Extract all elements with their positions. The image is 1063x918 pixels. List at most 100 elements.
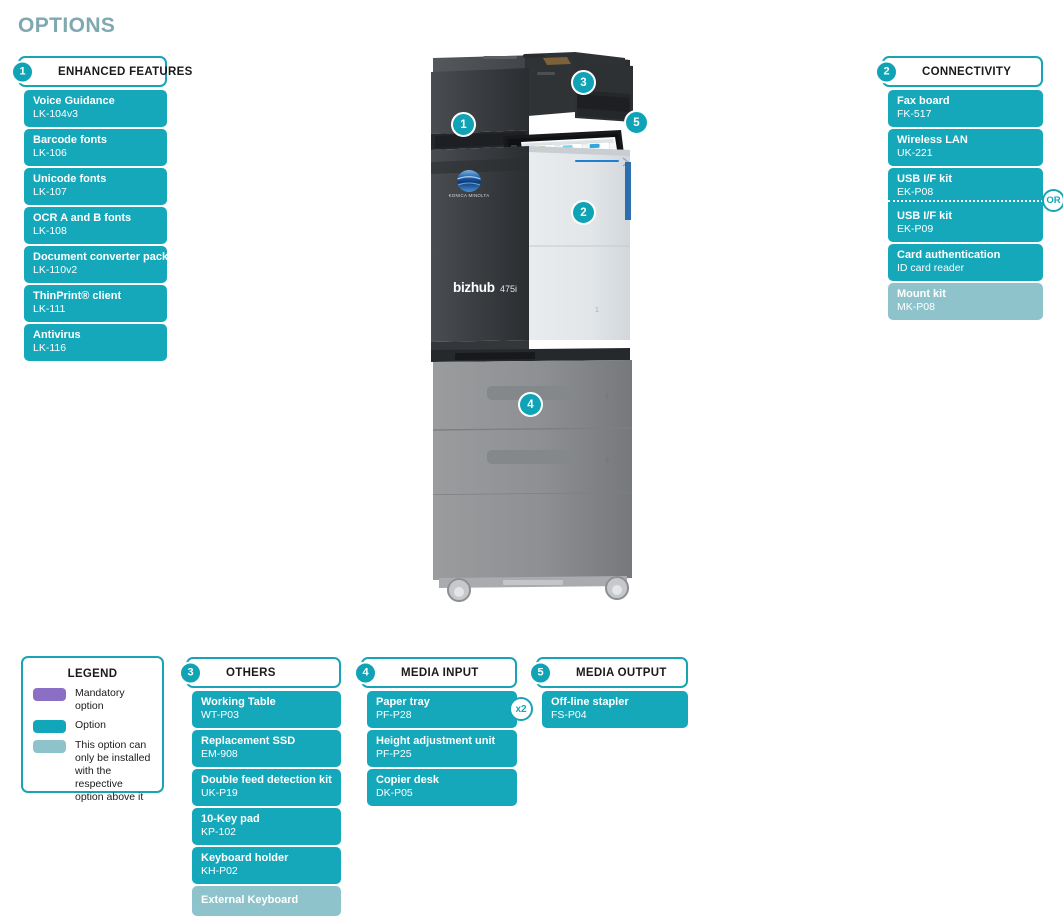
legend-label: This option can only be installed with t… xyxy=(75,739,151,803)
page-title: OPTIONS xyxy=(18,14,116,37)
panel-connectivity: 2 CONNECTIVITY Fax board FK-517 Wireless… xyxy=(875,56,1063,322)
option-name: Wireless LAN xyxy=(897,134,968,146)
option-item[interactable]: Barcode fonts LK-106 xyxy=(24,129,167,166)
legend-swatch-mandatory xyxy=(33,688,66,701)
option-name: Document converter pack xyxy=(33,251,169,263)
panel-header-others[interactable]: 3 OTHERS xyxy=(179,657,341,688)
panel-items-media-input: Paper tray PF-P28 x2 Height adjustment u… xyxy=(367,691,533,806)
legend-row-mandatory: Mandatory option xyxy=(33,687,152,713)
panel-title-others: OTHERS xyxy=(226,666,276,679)
option-item[interactable]: ThinPrint® client LK-111 xyxy=(24,285,167,322)
callout-5[interactable]: 5 xyxy=(624,110,649,135)
option-code: KH-P02 xyxy=(201,865,238,877)
option-item[interactable]: Fax board FK-517 xyxy=(888,90,1043,127)
panel-enhanced-features: 1 ENHANCED FEATURES Voice Guidance LK-10… xyxy=(11,56,192,363)
legend-label: Mandatory option xyxy=(75,687,125,712)
panel-title-media-input: MEDIA INPUT xyxy=(401,666,479,679)
option-item[interactable]: Off-line stapler FS-P04 xyxy=(542,691,688,728)
panel-header-media-output[interactable]: 5 MEDIA OUTPUT xyxy=(529,657,688,688)
option-code: MK-P08 xyxy=(897,301,935,313)
option-name: Paper tray xyxy=(376,696,430,708)
option-code: PF-P25 xyxy=(376,748,412,760)
option-name: Antivirus xyxy=(33,329,81,341)
legend-panel: LEGEND Mandatory option Option This opti… xyxy=(21,656,164,803)
option-name: Mount kit xyxy=(897,288,946,300)
option-code: WT-P03 xyxy=(201,709,239,721)
callout-3[interactable]: 3 xyxy=(571,70,596,95)
option-code: EK-P08 xyxy=(897,186,934,198)
option-code: LK-116 xyxy=(33,342,67,354)
panel-items-connectivity: Fax board FK-517 Wireless LAN UK-221 USB… xyxy=(888,90,1063,320)
or-divider xyxy=(888,200,1043,202)
option-code: ID card reader xyxy=(897,262,965,274)
option-item-dependent[interactable]: Mount kit MK-P08 xyxy=(888,283,1043,320)
callout-4[interactable]: 4 xyxy=(518,392,543,417)
option-item[interactable]: Card authentication ID card reader xyxy=(888,244,1043,281)
option-code: LK-107 xyxy=(33,186,67,198)
panel-header-enhanced-features[interactable]: 1 ENHANCED FEATURES xyxy=(11,56,192,87)
legend-swatch-option xyxy=(33,720,66,733)
option-item[interactable]: Height adjustment unit PF-P25 xyxy=(367,730,517,767)
option-name: Keyboard holder xyxy=(201,852,289,864)
panel-media-output: 5 MEDIA OUTPUT Off-line stapler FS-P04 xyxy=(529,657,688,730)
option-item[interactable]: Document converter pack LK-110v2 xyxy=(24,246,169,283)
legend-title: LEGEND xyxy=(67,668,118,680)
option-code: DK-P05 xyxy=(376,787,413,799)
svg-text:3: 3 xyxy=(605,457,609,464)
option-code: LK-104v3 xyxy=(33,108,78,120)
option-code: FS-P04 xyxy=(551,709,587,721)
svg-text:KONICA MINOLTA: KONICA MINOLTA xyxy=(449,193,490,198)
option-item[interactable]: Keyboard holder KH-P02 xyxy=(192,847,341,884)
panel-others: 3 OTHERS Working Table WT-P03 Replacemen… xyxy=(179,657,341,918)
panel-media-input: 4 MEDIA INPUT Paper tray PF-P28 x2 Heigh… xyxy=(354,657,533,808)
option-code: LK-110v2 xyxy=(33,264,78,276)
option-name: USB I/F kit xyxy=(897,210,953,222)
option-name: Off-line stapler xyxy=(551,696,629,708)
option-code: KP-102 xyxy=(201,826,237,838)
option-item[interactable]: Replacement SSD EM-908 xyxy=(192,730,341,767)
option-item[interactable]: Copier desk DK-P05 xyxy=(367,769,517,806)
panel-number-badge-3: 3 xyxy=(179,661,202,684)
option-item[interactable]: Working Table WT-P03 xyxy=(192,691,341,728)
panel-title-enhanced-features: ENHANCED FEATURES xyxy=(58,65,193,78)
option-name: OCR A and B fonts xyxy=(33,212,132,224)
option-name: Unicode fonts xyxy=(33,173,107,185)
option-code: LK-111 xyxy=(33,303,66,315)
option-name: USB I/F kit xyxy=(897,173,953,185)
svg-text:1: 1 xyxy=(595,307,599,314)
legend-swatch-dependent xyxy=(33,740,66,753)
option-code: LK-106 xyxy=(33,147,67,159)
panel-header-connectivity[interactable]: 2 CONNECTIVITY xyxy=(875,56,1043,87)
option-item[interactable]: 10-Key pad KP-102 xyxy=(192,808,341,845)
options-page: OPTIONS KONICA MINOLTA bizhub 475i 1 2 3… xyxy=(0,0,1063,916)
option-name: Replacement SSD xyxy=(201,735,296,747)
panel-items-enhanced-features: Voice Guidance LK-104v3 Barcode fonts LK… xyxy=(24,90,169,361)
option-item[interactable]: Antivirus LK-116 xyxy=(24,324,167,361)
option-item[interactable]: Unicode fonts LK-107 xyxy=(24,168,167,205)
option-name: ThinPrint® client xyxy=(33,290,122,302)
option-name: Fax board xyxy=(897,95,950,107)
option-name: Voice Guidance xyxy=(33,95,115,107)
option-name: Height adjustment unit xyxy=(376,735,496,747)
option-item[interactable]: Voice Guidance LK-104v3 xyxy=(24,90,167,127)
svg-text:2: 2 xyxy=(605,393,609,400)
option-name: External Keyboard xyxy=(201,894,299,906)
option-item[interactable]: USB I/F kit EK-P09 xyxy=(888,205,1043,242)
option-item[interactable]: OCR A and B fonts LK-108 xyxy=(24,207,167,244)
option-item[interactable]: Paper tray PF-P28 x2 xyxy=(367,691,533,728)
panel-header-media-input[interactable]: 4 MEDIA INPUT xyxy=(354,657,517,688)
panel-title-connectivity: CONNECTIVITY xyxy=(922,65,1012,78)
panel-number-badge-5: 5 xyxy=(529,661,552,684)
option-code: UK-P19 xyxy=(201,787,238,799)
or-badge: OR xyxy=(1042,189,1063,212)
quantity-badge-x2: x2 xyxy=(509,697,533,721)
option-name: Double feed detection kit xyxy=(201,774,332,786)
panel-items-others: Working Table WT-P03 Replacement SSD EM-… xyxy=(192,691,341,916)
option-item[interactable]: Wireless LAN UK-221 xyxy=(888,129,1043,166)
option-code: EM-908 xyxy=(201,748,238,760)
printer-illustration: KONICA MINOLTA bizhub 475i 1 2 3 1 2 3 4… xyxy=(425,50,650,610)
option-item[interactable]: Double feed detection kit UK-P19 xyxy=(192,769,341,806)
callout-2[interactable]: 2 xyxy=(571,200,596,225)
option-item-dependent[interactable]: External Keyboard xyxy=(192,886,341,916)
callout-1[interactable]: 1 xyxy=(451,112,476,137)
